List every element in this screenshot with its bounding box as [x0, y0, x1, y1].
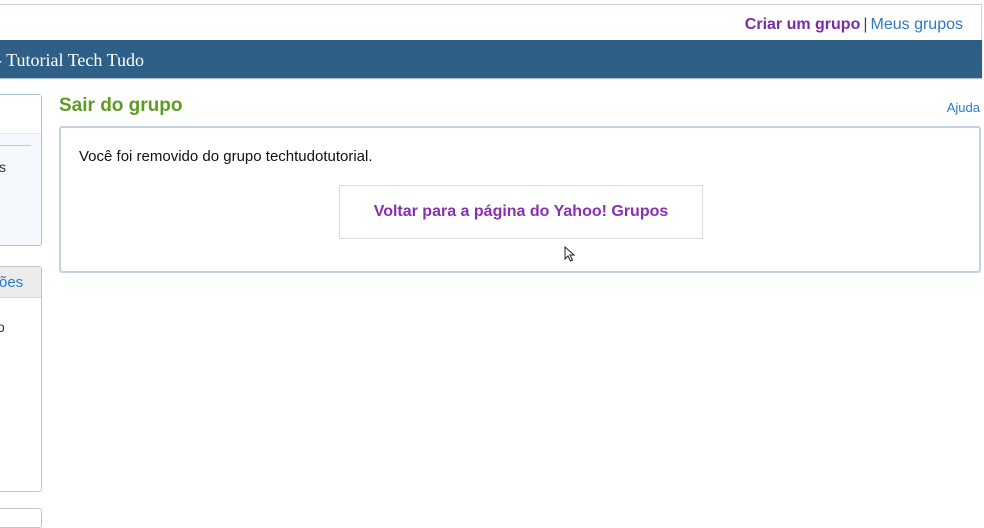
- top-navigation-bar: Criar um grupo | Meus grupos: [0, 4, 982, 40]
- link-separator: |: [863, 16, 868, 33]
- sidebar-panel-top-header: [0, 95, 41, 134]
- sidebar-panel-bottom: [0, 508, 42, 528]
- sidebar-panel-top: s: [0, 94, 42, 246]
- top-links: Criar um grupo | Meus grupos: [745, 16, 963, 34]
- group-title[interactable]: - Tutorial Tech Tudo: [0, 50, 144, 71]
- sidebar-panel-middle: ões o: [0, 266, 42, 492]
- mouse-pointer-icon: [564, 246, 576, 262]
- removal-message: Você foi removido do grupo techtudotutor…: [79, 148, 373, 165]
- group-header-bar: - Tutorial Tech Tudo: [0, 40, 982, 78]
- sidebar-text-fragment: o: [0, 319, 5, 335]
- help-link[interactable]: Ajuda: [947, 100, 980, 115]
- back-to-yahoo-groups-button[interactable]: Voltar para a página do Yahoo! Grupos: [339, 185, 703, 239]
- sidebar-panel-middle-link[interactable]: ões: [0, 274, 23, 291]
- create-group-link[interactable]: Criar um grupo: [745, 16, 861, 33]
- sidebar-text-fragment: s: [0, 159, 6, 175]
- my-groups-link[interactable]: Meus grupos: [871, 16, 964, 33]
- sidebar-divider: [0, 145, 31, 146]
- page-title: Sair do grupo: [59, 95, 183, 116]
- sidebar-panel-middle-header: ões: [0, 267, 41, 298]
- message-box: Você foi removido do grupo techtudotutor…: [59, 126, 981, 273]
